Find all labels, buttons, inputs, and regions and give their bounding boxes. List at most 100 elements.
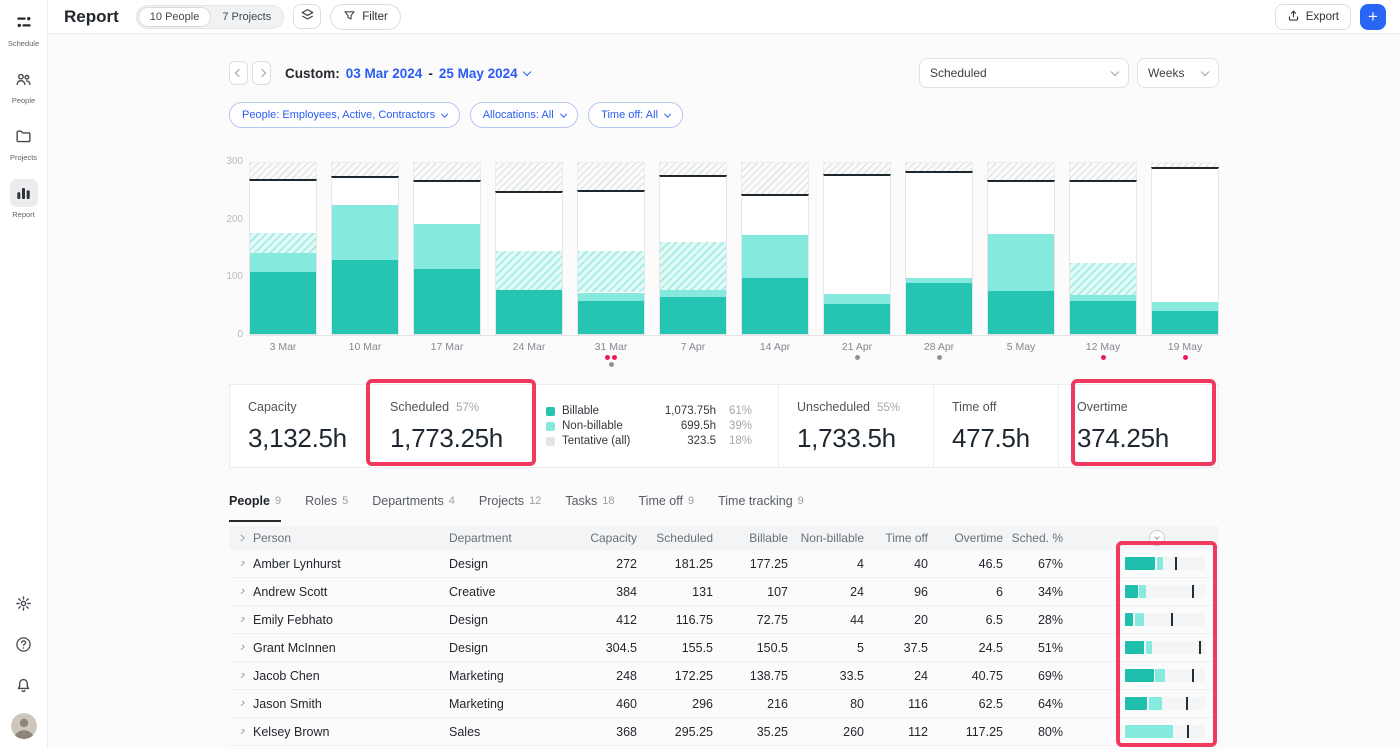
sidebar-item-report[interactable]: Report [8,179,39,219]
chart-bar-5-may[interactable] [987,163,1055,335]
tab-people[interactable]: People 9 [229,494,281,522]
projects-count-pill[interactable]: 7 Projects [211,8,282,26]
filter-pill-2[interactable]: Time off: All [588,102,682,128]
cell-person-name: Jason Smith [253,697,449,711]
spark-segment [1125,557,1155,570]
table-row[interactable]: Amber LynhurstDesign272181.25177.2544046… [229,550,1219,578]
column-header-cap[interactable]: Capacity [561,531,637,545]
sidebar-item-projects[interactable]: Projects [8,122,39,162]
chart-bar-14-apr[interactable] [741,163,809,335]
row-expander[interactable] [229,617,253,622]
table-row[interactable]: Kelsey BrownSales368295.2535.25260112117… [229,718,1219,746]
cell-timeoff: 96 [864,585,928,599]
chart-bar-10-mar[interactable] [331,163,399,335]
chart-x-label: 10 Mar [331,341,399,353]
filter-pill-0[interactable]: People: Employees, Active, Contractors [229,102,460,128]
row-expander[interactable] [229,673,253,678]
chart-bar-28-apr[interactable] [905,163,973,335]
table-row[interactable]: Jacob ChenMarketing248172.25138.7533.524… [229,662,1219,690]
column-header-bil[interactable]: Billable [713,531,788,545]
row-expander[interactable] [229,729,253,734]
chart-bar-31-mar[interactable] [577,163,645,335]
chart-bar-7-apr[interactable] [659,163,727,335]
column-header-dept[interactable]: Department [449,531,561,545]
summary-percent: 57% [456,402,479,414]
row-expander[interactable] [229,645,253,650]
cell-timeoff: 112 [864,725,928,739]
tab-count: 9 [275,495,281,507]
tab-roles[interactable]: Roles5 [305,494,348,522]
tab-departments[interactable]: Departments4 [372,494,455,522]
metric-select[interactable]: Scheduled [919,58,1129,88]
settings-button[interactable] [11,590,37,616]
chart-bar-12-may[interactable] [1069,163,1137,335]
billable-segment [1152,311,1218,334]
spark-capacity-tick [1186,697,1188,710]
sidebar-item-schedule[interactable]: Schedule [8,8,39,48]
avatar[interactable] [11,713,37,739]
cell-capacity: 384 [561,585,637,599]
chart-bar-21-apr[interactable] [823,163,891,335]
date-range[interactable]: Custom: 03 Mar 2024 - 25 May 2024 [285,66,530,81]
main-area: Report 10 People 7 Projects Filter Expor… [48,0,1400,749]
table-row[interactable]: Emily FebhatoDesign412116.7572.7544206.5… [229,606,1219,634]
filter-pill-1[interactable]: Allocations: All [470,102,578,128]
notifications-button[interactable] [11,672,37,698]
chevron-right-icon [238,589,244,594]
column-header-person[interactable]: Person [253,531,449,545]
tab-tasks[interactable]: Tasks18 [565,494,614,522]
cell-capacity: 368 [561,725,637,739]
filter-button[interactable]: Filter [330,4,401,30]
column-header-pct[interactable]: Sched. % [1003,531,1063,545]
cell-department: Design [449,557,561,571]
report-content: Custom: 03 Mar 2024 - 25 May 2024 Schedu… [48,34,1400,749]
row-expander[interactable] [229,561,253,566]
table-row[interactable]: Jason SmithMarketing4602962168011662.564… [229,690,1219,718]
date-range-end[interactable]: 25 May 2024 [439,66,518,81]
topbar-right: Export + [1275,4,1386,30]
billable-segment [414,269,480,334]
sidebar-item-label: Schedule [8,39,39,48]
column-header-sch[interactable]: Scheduled [637,531,713,545]
export-button[interactable]: Export [1275,4,1351,30]
row-expander[interactable] [229,589,253,594]
table-row[interactable]: Andrew ScottCreative3841311072496634% [229,578,1219,606]
chart-dot-group [495,355,563,369]
chevron-left-icon [234,69,242,77]
cell-overtime: 46.5 [928,557,1003,571]
filter-pill-label: Allocations: All [483,109,554,121]
alert-dot-gray [855,355,860,360]
next-period-button[interactable] [252,61,271,85]
tab-time-tracking[interactable]: Time tracking9 [718,494,804,522]
column-header-nbil[interactable]: Non-billable [788,531,864,545]
column-header-toff[interactable]: Time off [864,531,928,545]
table-row[interactable]: Grant McInnenDesign304.5155.5150.5537.52… [229,634,1219,662]
report-icon [10,179,38,207]
add-button[interactable]: + [1360,4,1386,30]
tab-count: 9 [798,495,804,507]
export-icon [1287,9,1300,25]
date-range-start[interactable]: 03 Mar 2024 [346,66,423,81]
interval-select[interactable]: Weeks [1137,58,1219,88]
prev-period-button[interactable] [229,61,248,85]
summary-capacity: Capacity 3,132.5h [230,385,372,467]
chart-bar-3-mar[interactable] [249,163,317,335]
sidebar-item-people[interactable]: People [8,65,39,105]
cell-nonbillable: 80 [788,697,864,711]
chart-bar-17-mar[interactable] [413,163,481,335]
chart-bar-19-may[interactable] [1151,163,1219,335]
tab-label: People [229,494,270,508]
nonbillable-segment [906,278,972,284]
alert-dot-red [612,355,617,360]
tab-projects[interactable]: Projects12 [479,494,541,522]
tab-time-off[interactable]: Time off9 [639,494,695,522]
summary-label: Capacity [248,400,297,414]
layers-button[interactable] [293,4,321,29]
row-expander[interactable] [229,701,253,706]
chart-bar-24-mar[interactable] [495,163,563,335]
expand-all-button[interactable] [229,536,253,541]
column-options-button[interactable] [1149,530,1165,546]
people-count-pill[interactable]: 10 People [138,7,212,27]
column-header-ot[interactable]: Overtime [928,531,1003,545]
help-button[interactable] [11,631,37,657]
